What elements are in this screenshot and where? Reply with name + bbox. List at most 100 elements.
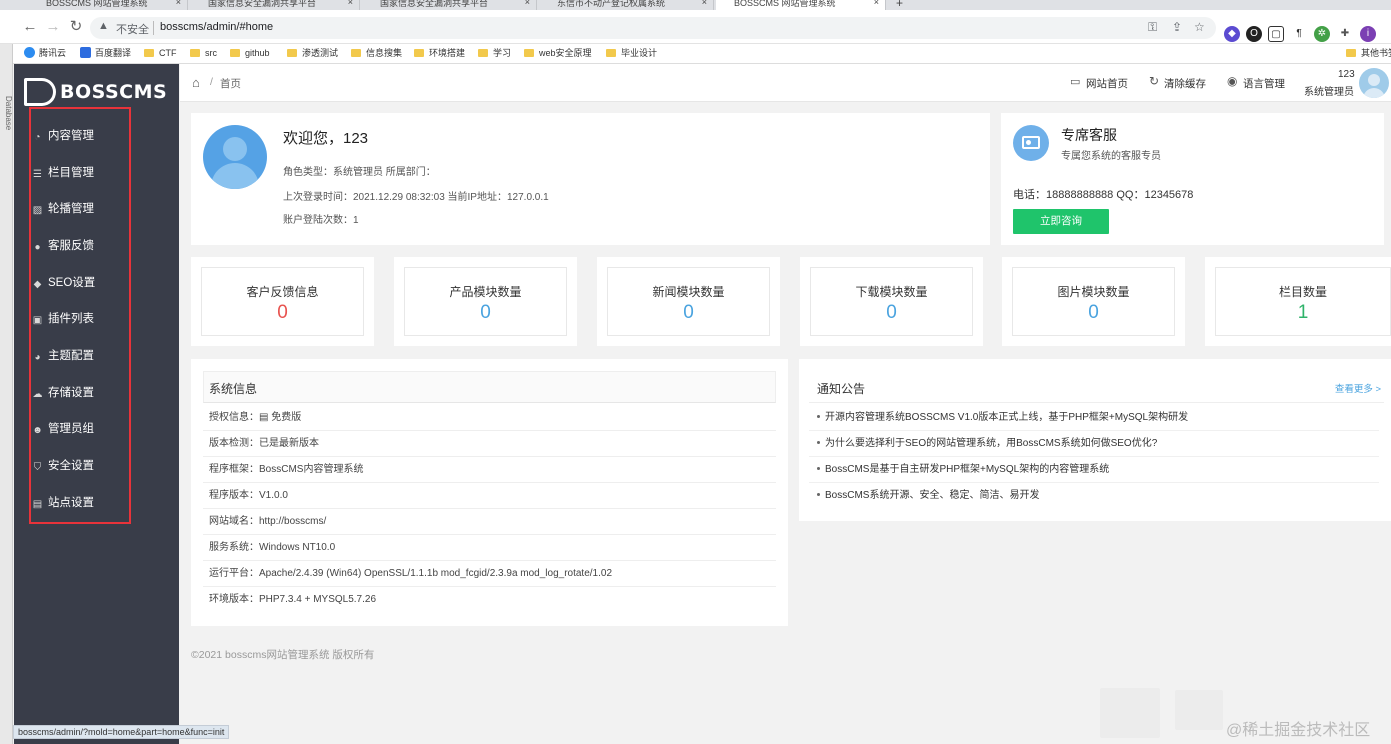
system-info-header bbox=[203, 371, 776, 403]
bookmark-item[interactable]: 腾讯云 bbox=[24, 46, 66, 60]
stat-value: 0 bbox=[683, 302, 694, 323]
back-icon[interactable]: ← bbox=[20, 16, 40, 38]
key-icon[interactable]: ⚿ bbox=[1148, 20, 1157, 35]
notice-item[interactable]: BossCMS系统开源、安全、稳定、简洁、易开发 bbox=[809, 483, 1379, 509]
monitor-icon: ▭ bbox=[1070, 76, 1081, 88]
globe-icon: ◉ bbox=[1227, 74, 1238, 88]
stat-card[interactable]: 新闻模块数量 0 bbox=[597, 257, 780, 346]
stat-card[interactable]: 下载模块数量 0 bbox=[800, 257, 983, 346]
avatar[interactable] bbox=[1359, 68, 1389, 98]
service-contact: 电话：18888888888 QQ：12345678 bbox=[1013, 189, 1194, 201]
bookmarks-bar: 腾讯云 百度翻译 CTF src github 渗透测试 信息搜集 环境搭建 学… bbox=[0, 44, 1391, 64]
browser-tab[interactable]: BOSSCMS 网站管理系统 × bbox=[28, 0, 188, 10]
puzzle-icon[interactable]: ✚ bbox=[1337, 26, 1353, 42]
tab-label: 国家信息安全漏洞共享平台 bbox=[208, 0, 317, 8]
close-icon[interactable]: × bbox=[176, 0, 181, 7]
stat-value: 0 bbox=[480, 302, 491, 323]
bookmark-item[interactable]: 环境搭建 bbox=[414, 46, 465, 60]
bookmark-item[interactable]: 信息搜集 bbox=[351, 46, 402, 60]
stat-label: 下载模块数量 bbox=[855, 285, 928, 299]
folder-icon bbox=[287, 49, 297, 57]
breadcrumb[interactable]: 首页 bbox=[220, 76, 241, 91]
close-icon[interactable]: × bbox=[874, 0, 879, 7]
share-icon[interactable]: ⇪ bbox=[1172, 20, 1182, 34]
other-bookmarks[interactable]: 其他书签 bbox=[1346, 46, 1391, 60]
folder-icon bbox=[414, 49, 424, 57]
header-role: 系统管理员 bbox=[1304, 87, 1354, 98]
cloud-icon bbox=[24, 47, 35, 58]
database-side-strip[interactable]: Database bbox=[0, 44, 13, 744]
browser-tab[interactable]: 国家信息安全漏洞共享平台 × bbox=[190, 0, 360, 10]
bookmark-item[interactable]: 渗透测试 bbox=[287, 46, 338, 60]
bookmark-item[interactable]: 学习 bbox=[478, 46, 511, 60]
new-tab-icon[interactable]: + bbox=[890, 0, 910, 10]
system-info-panel: 系统信息 授权信息：▤ 免费版 版本检测：已是最新版本 程序框架：BossCMS… bbox=[191, 359, 788, 626]
url-text: bosscms/admin/#home bbox=[160, 21, 274, 33]
site-home-link[interactable]: 网站首页 bbox=[1086, 76, 1128, 91]
folder-icon bbox=[606, 49, 616, 57]
system-info-row: 服务系统：Windows NT10.0 bbox=[203, 535, 776, 561]
stat-label: 客户反馈信息 bbox=[246, 285, 319, 299]
bullet-icon bbox=[817, 467, 820, 470]
breadcrumb-separator: / bbox=[210, 76, 213, 88]
stat-value: 0 bbox=[277, 302, 288, 323]
star-icon[interactable]: ☆ bbox=[1194, 20, 1205, 34]
bullet-icon bbox=[817, 493, 820, 496]
user-avatar bbox=[203, 125, 267, 189]
extension-icon[interactable]: ¶ bbox=[1291, 26, 1307, 42]
extension-icon[interactable]: O bbox=[1246, 26, 1262, 42]
extension-icon[interactable]: ▢ bbox=[1268, 26, 1284, 42]
address-bar[interactable]: ▲ 不安全 bosscms/admin/#home ⚿ ⇪ ☆ bbox=[90, 17, 1216, 39]
stat-card[interactable]: 产品模块数量 0 bbox=[394, 257, 577, 346]
tab-label: BOSSCMS 网站管理系统 bbox=[46, 0, 148, 8]
system-info-title: 系统信息 bbox=[209, 382, 258, 396]
folder-icon bbox=[351, 49, 361, 57]
clear-cache-link[interactable]: 清除缓存 bbox=[1164, 76, 1206, 91]
stat-label: 产品模块数量 bbox=[449, 285, 522, 299]
login-count: 账户登陆次数：1 bbox=[283, 215, 359, 226]
folder-icon bbox=[230, 49, 240, 57]
logo[interactable]: BOSSCMS bbox=[24, 76, 174, 108]
reload-icon[interactable]: ↻ bbox=[66, 16, 86, 38]
notice-item[interactable]: 为什么要选择利于SEO的网站管理系统，用BossCMS系统如何做SEO优化? bbox=[809, 431, 1379, 457]
system-info-row: 程序框架：BossCMS内容管理系统 bbox=[203, 457, 776, 483]
stat-card[interactable]: 图片模块数量 0 bbox=[1002, 257, 1185, 346]
language-link[interactable]: 语言管理 bbox=[1243, 76, 1285, 91]
forward-icon[interactable]: → bbox=[43, 16, 63, 38]
browser-tab-active[interactable]: BOSSCMS 网站管理系统 × bbox=[716, 0, 886, 10]
tab-label: 国家信息安全漏洞共享平台 bbox=[380, 0, 489, 8]
system-info-row: 运行平台：Apache/2.4.39 (Win64) OpenSSL/1.1.1… bbox=[203, 561, 776, 587]
bookmark-item[interactable]: 毕业设计 bbox=[606, 46, 657, 60]
bookmark-item[interactable]: CTF bbox=[144, 46, 177, 60]
extension-icon[interactable]: ✲ bbox=[1314, 26, 1330, 42]
service-title: 专席客服 bbox=[1061, 127, 1117, 143]
insecure-label: 不安全 bbox=[116, 24, 149, 36]
folder-icon bbox=[1346, 49, 1356, 57]
profile-icon[interactable]: i bbox=[1360, 26, 1376, 42]
close-icon[interactable]: × bbox=[348, 0, 353, 7]
consult-button[interactable]: 立即咨询 bbox=[1013, 209, 1109, 234]
home-icon[interactable]: ⌂ bbox=[192, 75, 200, 90]
stat-card[interactable]: 客户反馈信息 0 bbox=[191, 257, 374, 346]
bookmark-item[interactable]: src bbox=[190, 46, 217, 60]
notice-item[interactable]: 开源内容管理系统BOSSCMS V1.0版本正式上线，基于PHP框架+MySQL… bbox=[809, 405, 1379, 431]
close-icon[interactable]: × bbox=[525, 0, 530, 7]
view-more-link[interactable]: 查看更多 > bbox=[1335, 381, 1381, 395]
stat-card[interactable]: 栏目数量 1 bbox=[1205, 257, 1391, 346]
id-card-icon bbox=[1013, 125, 1049, 161]
notice-item[interactable]: BossCMS是基于自主研发PHP框架+MySQL架构的内容管理系统 bbox=[809, 457, 1379, 483]
extension-icon[interactable]: ◆ bbox=[1224, 26, 1240, 42]
folder-icon bbox=[190, 49, 200, 57]
service-card: 专席客服 专属您系统的客服专员 电话：18888888888 QQ：123456… bbox=[1001, 113, 1384, 245]
blurred-region bbox=[1175, 690, 1223, 730]
bookmark-item[interactable]: github bbox=[230, 46, 270, 60]
header-username[interactable]: 123 bbox=[1338, 69, 1355, 80]
browser-tab[interactable]: 东信市不动产登记权属系统 × bbox=[539, 0, 714, 10]
browser-tab[interactable]: 国家信息安全漏洞共享平台 × bbox=[362, 0, 537, 10]
system-info-row: 授权信息：▤ 免费版 bbox=[203, 405, 776, 431]
close-icon[interactable]: × bbox=[702, 0, 707, 7]
divider bbox=[153, 21, 154, 35]
stat-value: 0 bbox=[886, 302, 897, 323]
bookmark-item[interactable]: 百度翻译 bbox=[80, 46, 131, 60]
bookmark-item[interactable]: web安全原理 bbox=[524, 46, 592, 60]
